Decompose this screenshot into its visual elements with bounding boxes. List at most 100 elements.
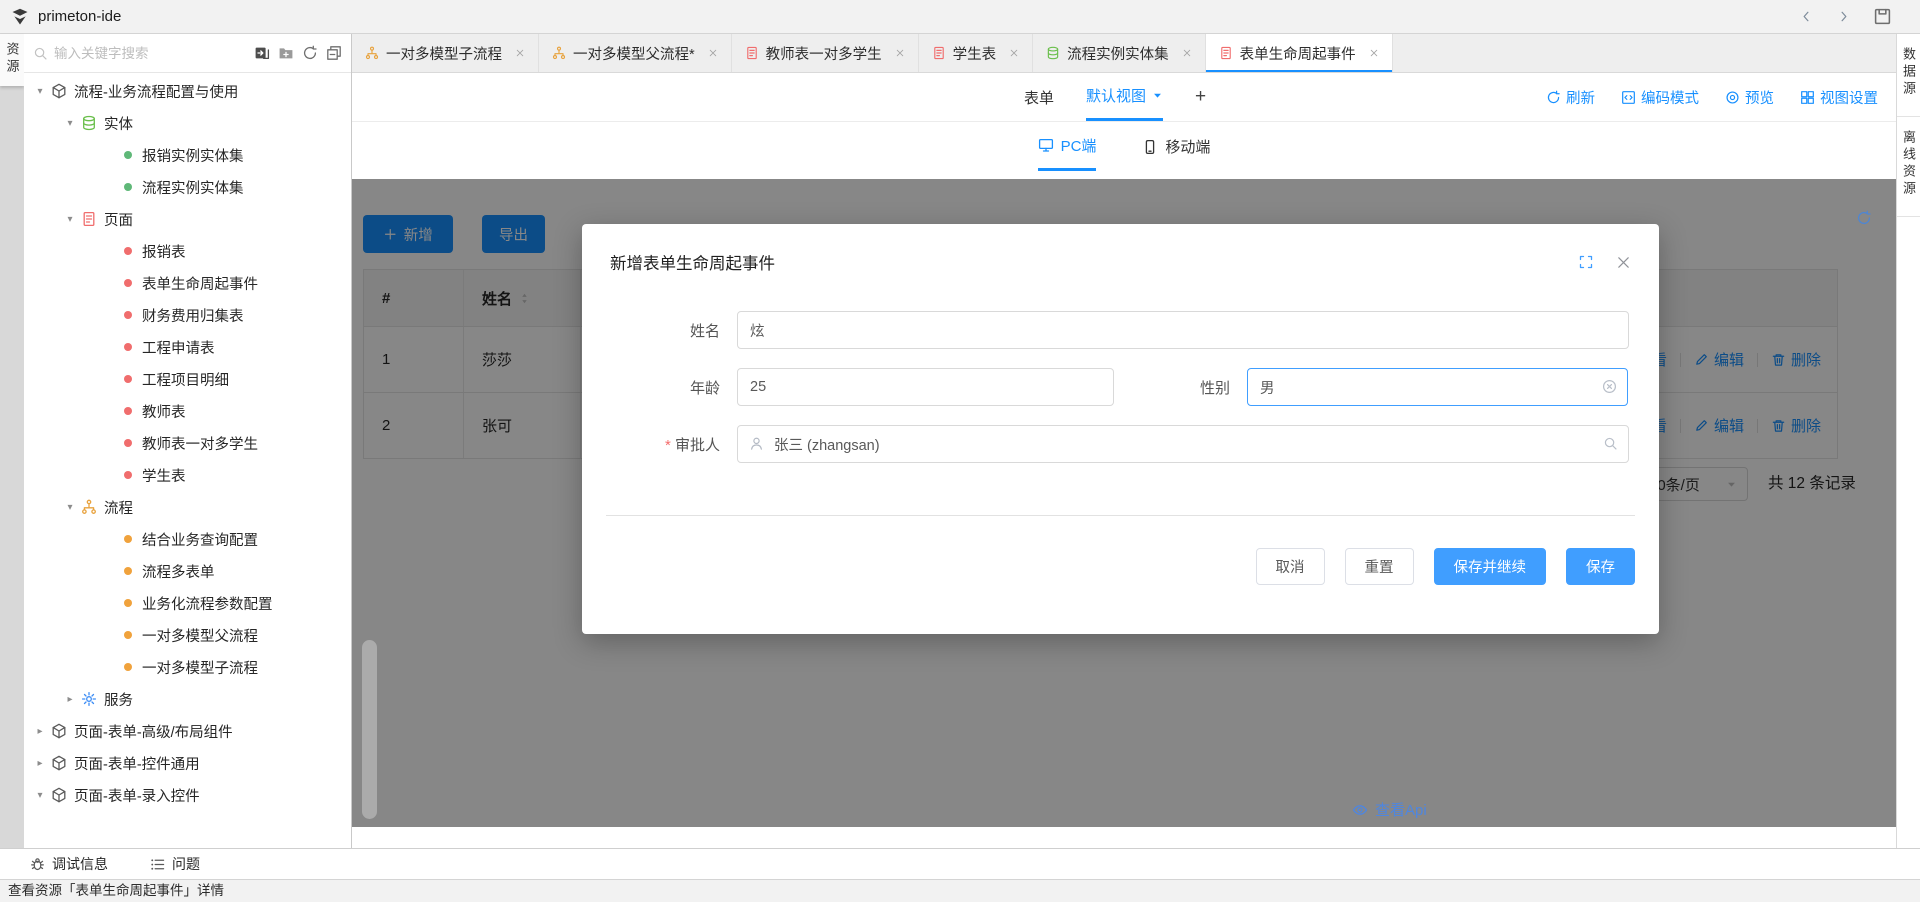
tree-item[interactable]: 教师表 — [24, 395, 351, 427]
maximize-icon[interactable] — [1578, 254, 1594, 270]
tree-item[interactable]: 报销表 — [24, 235, 351, 267]
save-and-continue-button[interactable]: 保存并继续 — [1434, 548, 1547, 585]
tree-search-input[interactable] — [54, 46, 248, 61]
form-tab[interactable]: 表单 — [1024, 73, 1054, 121]
db-icon — [1046, 46, 1060, 60]
tree-item[interactable]: ▾流程 — [24, 491, 351, 523]
tree-item[interactable]: 一对多模型父流程 — [24, 619, 351, 651]
tab-close-icon[interactable] — [515, 48, 525, 58]
expand-arrow-icon[interactable]: ▸ — [32, 758, 48, 769]
doc-icon — [81, 211, 97, 227]
code-mode-button[interactable]: 编码模式 — [1621, 87, 1699, 108]
preview-button[interactable]: 预览 — [1725, 87, 1774, 108]
tree-item-label: 一对多模型子流程 — [142, 657, 258, 678]
right-tab-datasource[interactable]: 数据源 — [1897, 34, 1920, 117]
tree-item[interactable]: 财务费用归集表 — [24, 299, 351, 331]
view-settings-button[interactable]: 视图设置 — [1800, 87, 1878, 108]
view-selector[interactable]: 默认视图 — [1086, 73, 1163, 121]
expand-arrow-icon[interactable]: ▾ — [32, 790, 48, 801]
tab-close-icon[interactable] — [1182, 48, 1192, 58]
expand-arrow-icon[interactable]: ▾ — [62, 214, 78, 225]
refresh-icon[interactable] — [302, 45, 318, 61]
tab-close-icon[interactable] — [895, 48, 905, 58]
expand-arrow-icon[interactable]: ▾ — [62, 502, 78, 513]
editor-tab[interactable]: 流程实例实体集 — [1033, 34, 1206, 72]
tree-item-label: 页面-表单-录入控件 — [74, 785, 200, 806]
device-tab-label: PC端 — [1061, 135, 1097, 156]
refresh-button[interactable]: 刷新 — [1546, 87, 1595, 108]
tree-search-row — [24, 34, 351, 73]
clear-input-icon[interactable] — [1602, 379, 1617, 394]
save-button[interactable]: 保存 — [1566, 548, 1635, 585]
tree-item[interactable]: 一对多模型子流程 — [24, 651, 351, 683]
age-field[interactable] — [737, 368, 1114, 406]
status-text: 查看资源「表单生命周起事件」详情 — [8, 883, 224, 898]
tree-item[interactable]: 流程实例实体集 — [24, 171, 351, 203]
tree-item-label: 流程-业务流程配置与使用 — [74, 81, 238, 102]
editor-tab[interactable]: 学生表 — [919, 34, 1034, 72]
dialog-header: 新增表单生命周起事件 — [582, 224, 1659, 274]
tab-close-icon[interactable] — [708, 48, 718, 58]
refresh-icon — [1546, 90, 1561, 105]
tree-item[interactable]: ▸页面-表单-控件通用 — [24, 747, 351, 779]
editor-tab[interactable]: 一对多模型子流程 — [352, 34, 539, 72]
toolbar-action-label: 视图设置 — [1820, 87, 1878, 108]
editor-tab-label: 一对多模型父流程* — [573, 43, 695, 64]
tab-close-icon[interactable] — [1369, 48, 1379, 58]
expand-arrow-icon[interactable]: ▾ — [62, 118, 78, 129]
approver-field[interactable] — [737, 425, 1629, 463]
editor-tab[interactable]: 一对多模型父流程* — [539, 34, 732, 72]
tree-item[interactable]: 业务化流程参数配置 — [24, 587, 351, 619]
view-actions: 刷新 编码模式 预览 视图设置 — [1206, 73, 1896, 121]
view-api-link[interactable]: 查看Api — [1352, 799, 1427, 820]
tree-item[interactable]: 工程项目明细 — [24, 363, 351, 395]
tree-item[interactable]: 结合业务查询配置 — [24, 523, 351, 555]
expand-arrow-icon[interactable]: ▸ — [32, 726, 48, 737]
new-folder-icon[interactable] — [278, 45, 294, 61]
tree-item[interactable]: 工程申请表 — [24, 331, 351, 363]
import-icon[interactable] — [254, 45, 270, 61]
reset-button[interactable]: 重置 — [1345, 548, 1414, 585]
app-logo-icon — [10, 7, 30, 27]
tree-item[interactable]: ▾ 页面-表单-录入控件 — [24, 779, 351, 811]
cancel-button[interactable]: 取消 — [1256, 548, 1325, 585]
code-icon — [1621, 90, 1636, 105]
tree-item[interactable]: ▸页面-表单-高级/布局组件 — [24, 715, 351, 747]
scrollbar-thumb[interactable] — [362, 640, 377, 819]
save-window-icon[interactable] — [1873, 7, 1892, 26]
table-refresh-icon[interactable] — [1856, 210, 1872, 226]
sidebar-tab-resources[interactable]: 资源 — [0, 34, 24, 86]
tree-item[interactable]: 表单生命周起事件 — [24, 267, 351, 299]
collapse-all-icon[interactable] — [326, 45, 342, 61]
expand-arrow-icon[interactable]: ▾ — [32, 86, 48, 97]
name-field[interactable] — [737, 311, 1629, 349]
tree-item[interactable]: 报销实例实体集 — [24, 139, 351, 171]
tree-item[interactable]: ▸服务 — [24, 683, 351, 715]
tree-item[interactable]: ▾ 流程-业务流程配置与使用 — [24, 75, 351, 107]
dot-red-icon — [124, 439, 132, 447]
gender-field[interactable] — [1247, 368, 1628, 406]
nav-forward-icon[interactable] — [1836, 9, 1851, 24]
search-icon[interactable] — [1603, 436, 1618, 451]
tab-close-icon[interactable] — [1009, 48, 1019, 58]
problems-tab[interactable]: 问题 — [150, 854, 200, 874]
close-icon[interactable] — [1616, 255, 1631, 270]
tree-item[interactable]: 教师表一对多学生 — [24, 427, 351, 459]
tree-item[interactable]: 学生表 — [24, 459, 351, 491]
device-tab-pc[interactable]: PC端 — [1038, 122, 1097, 171]
db-icon — [81, 115, 97, 131]
tree-item[interactable]: ▾实体 — [24, 107, 351, 139]
editor-tab[interactable]: 教师表一对多学生 — [732, 34, 919, 72]
tree-item[interactable]: 流程多表单 — [24, 555, 351, 587]
editor-tab[interactable]: 表单生命周起事件 — [1206, 34, 1393, 72]
device-tab-mobile[interactable]: 移动端 — [1142, 122, 1210, 171]
toolbar-action-label: 刷新 — [1566, 87, 1595, 108]
add-view-button[interactable]: + — [1195, 73, 1206, 121]
dialog-footer: 取消 重置 保存并继续 保存 — [582, 516, 1659, 585]
debug-info-tab[interactable]: 调试信息 — [30, 854, 108, 874]
right-tab-offline-resources[interactable]: 离线资源 — [1897, 117, 1920, 217]
dot-red-icon — [124, 471, 132, 479]
expand-arrow-icon[interactable]: ▸ — [62, 694, 78, 705]
tree-item[interactable]: ▾页面 — [24, 203, 351, 235]
nav-back-icon[interactable] — [1799, 9, 1814, 24]
